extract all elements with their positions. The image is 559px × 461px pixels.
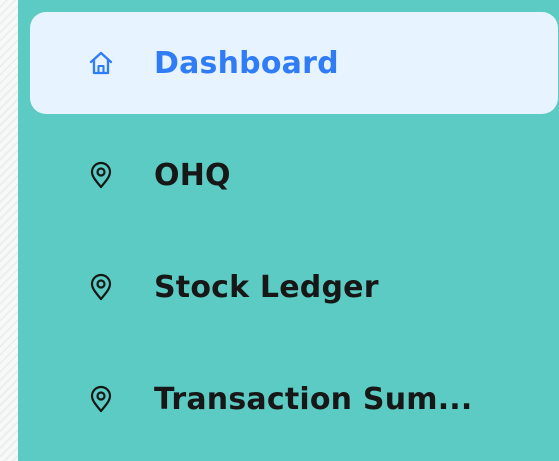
background-strip <box>0 0 18 461</box>
sidebar: Dashboard OHQ Stock Ledger Transaction S… <box>18 0 559 461</box>
sidebar-item-dashboard[interactable]: Dashboard <box>30 12 558 114</box>
sidebar-item-transaction-summary[interactable]: Transaction Sum... <box>30 348 559 450</box>
app-page: Dashboard OHQ Stock Ledger Transaction S… <box>0 0 559 461</box>
sidebar-item-label: OHQ <box>154 157 231 193</box>
location-pin-icon <box>88 273 114 301</box>
location-pin-icon <box>88 385 114 413</box>
location-pin-icon <box>88 161 114 189</box>
sidebar-item-stock-ledger[interactable]: Stock Ledger <box>30 236 559 338</box>
sidebar-item-label: Dashboard <box>154 45 339 81</box>
sidebar-menu: Dashboard OHQ Stock Ledger Transaction S… <box>30 12 559 460</box>
home-icon <box>88 49 114 77</box>
sidebar-item-label: Stock Ledger <box>154 269 379 305</box>
sidebar-item-label: Transaction Sum... <box>154 381 473 417</box>
sidebar-item-ohq[interactable]: OHQ <box>30 124 559 226</box>
